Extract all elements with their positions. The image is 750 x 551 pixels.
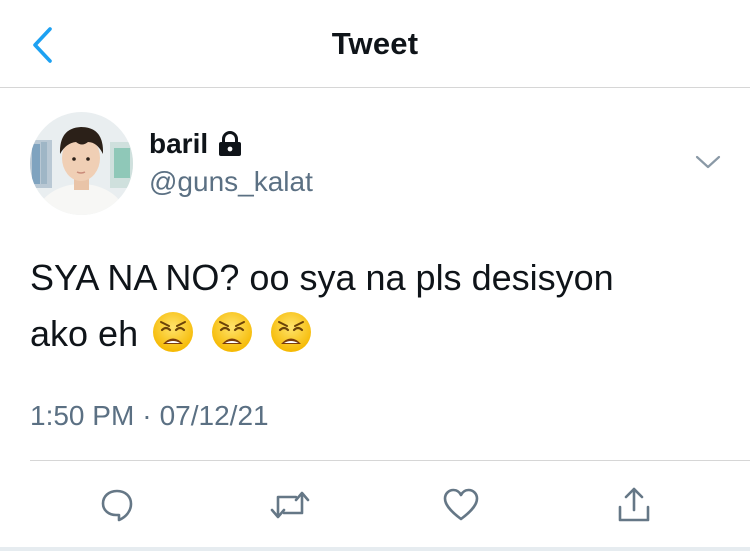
author-name-row[interactable]: baril — [149, 128, 243, 160]
chevron-down-icon — [695, 155, 721, 169]
author-display-name[interactable]: baril — [149, 128, 208, 160]
author-handle[interactable]: @guns_kalat — [149, 166, 313, 198]
tweet-time: 1:50 PM — [30, 400, 135, 431]
weary-face-emoji-icon — [271, 312, 312, 352]
tweet-text-segment: ako eh — [30, 313, 139, 354]
heart-icon — [443, 488, 479, 521]
retweet-button[interactable] — [268, 484, 312, 526]
nav-header: Tweet — [0, 0, 750, 88]
reply-icon — [101, 489, 133, 522]
more-options-button[interactable] — [690, 148, 726, 176]
share-icon — [618, 487, 650, 522]
retweet-icon — [270, 491, 310, 519]
tweet-text-line-2: ako eh — [30, 306, 720, 362]
meta-separator: · — [142, 400, 152, 431]
divider — [30, 460, 750, 461]
tweet-text-line: SYA NA NO? oo sya na pls desisyon — [30, 257, 614, 298]
tweet-timestamp[interactable]: 1:50 PM · 07/12/21 — [30, 400, 269, 432]
tweet-detail-screen: Tweet baril @guns_kalat SYA NA NO? oo sy… — [0, 0, 750, 551]
weary-face-emoji-icon — [153, 312, 194, 352]
like-button[interactable] — [439, 484, 483, 526]
share-button[interactable] — [612, 484, 656, 526]
profile-photo — [30, 112, 133, 215]
tweet-text: SYA NA NO? oo sya na pls desisyon ako eh — [30, 250, 720, 362]
lock-icon — [219, 131, 242, 156]
reply-button[interactable] — [95, 484, 139, 526]
avatar[interactable] — [30, 112, 133, 215]
weary-face-emoji-icon — [212, 312, 253, 352]
page-title: Tweet — [331, 26, 419, 61]
tweet-date: 07/12/21 — [159, 400, 269, 431]
bottom-divider — [0, 547, 750, 551]
